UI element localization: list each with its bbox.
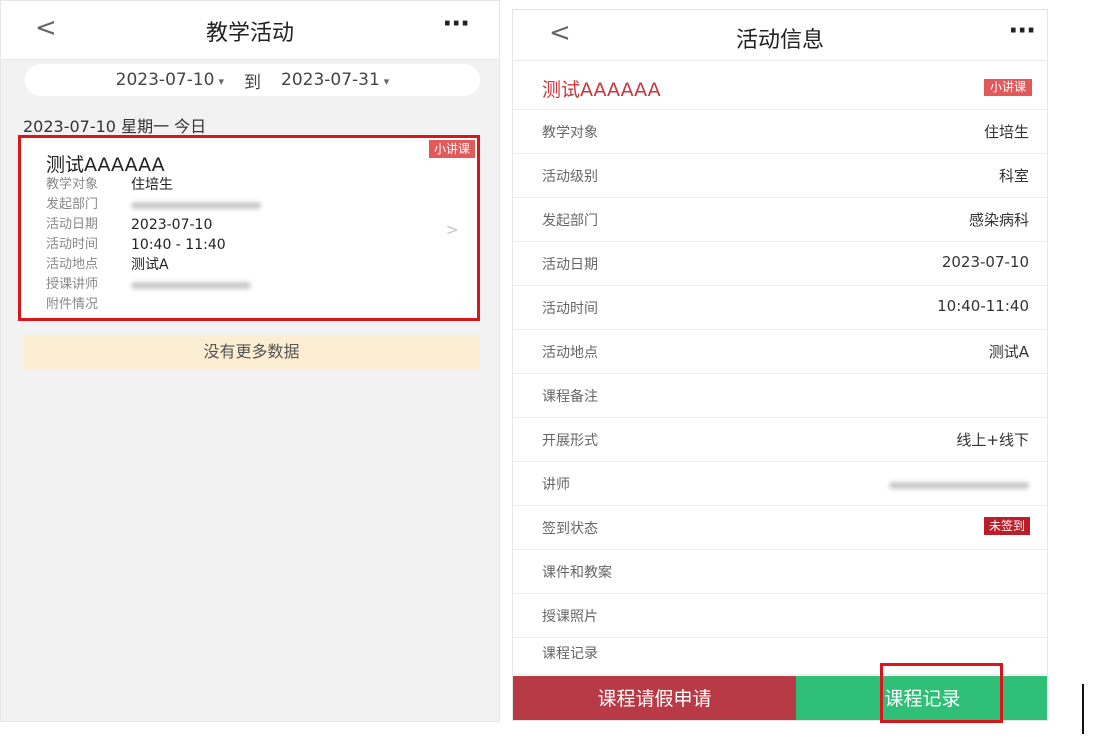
page-title: 教学活动	[205, 21, 294, 46]
field-value: 2023-07-10	[941, 253, 1029, 271]
field-label: 讲师	[542, 477, 570, 493]
activity-title: 测试AAAAAA	[542, 79, 661, 101]
field-label: 教学对象	[542, 125, 598, 141]
date-range-filter: 2023-07-10 ▾ 到 2023-07-31 ▾	[25, 64, 480, 96]
field-label: 授课讲师	[46, 277, 99, 292]
field-label: 开展形式	[542, 433, 598, 449]
field-label: 活动地点	[46, 257, 99, 272]
field-label: 课程记录	[542, 646, 598, 662]
course-record-button[interactable]: 课程记录	[796, 676, 1047, 720]
field-label: 签到状态	[542, 521, 598, 537]
page-title: 活动信息	[735, 28, 824, 53]
chevron-right-icon: >	[445, 220, 459, 239]
chevron-down-icon: ▾	[383, 75, 390, 88]
field-label: 活动级别	[542, 169, 598, 185]
activity-header: 测试AAAAAA 小讲课	[513, 69, 1047, 110]
day-header: 2023-07-10 星期一 今日	[23, 117, 207, 136]
detail-row-signin-status: 签到状态 未签到	[513, 506, 1047, 550]
field-label: 活动日期	[46, 217, 99, 232]
no-more-data-notice: 没有更多数据	[23, 335, 480, 369]
chevron-down-icon: ▾	[218, 75, 224, 88]
card-row-attachments: 附件情况	[46, 295, 261, 315]
field-label: 发起部门	[46, 197, 99, 212]
activity-type-badge: 小讲课	[983, 79, 1032, 96]
detail-row-courseware[interactable]: 课件和教案	[513, 550, 1047, 594]
start-date-select[interactable]: 2023-07-10 ▾	[116, 70, 224, 90]
field-value: 住培生	[983, 123, 1029, 141]
cursor-line	[1082, 684, 1084, 734]
detail-row-date: 活动日期 2023-07-10	[513, 242, 1047, 286]
detail-row-level: 活动级别 科室	[513, 154, 1047, 198]
field-value: 线上+线下	[956, 431, 1029, 449]
date-separator: 到	[244, 72, 261, 93]
field-label: 授课照片	[542, 609, 598, 625]
card-row-date: 活动日期 2023-07-10	[46, 215, 261, 235]
card-row-department: 发起部门	[46, 195, 261, 215]
redacted-value	[131, 282, 251, 289]
activity-card[interactable]: 小讲课 测试AAAAAA 教学对象 住培生 发起部门 活动日期 2023-07-10…	[18, 135, 480, 321]
detail-row-format: 开展形式 线上+线下	[513, 418, 1047, 462]
detail-row-location: 活动地点 测试A	[513, 330, 1047, 374]
field-label: 活动日期	[542, 257, 598, 273]
redacted-value	[131, 202, 261, 209]
detail-row-time: 活动时间 10:40-11:40	[513, 286, 1047, 330]
activity-card-title: 测试AAAAAA	[46, 154, 165, 176]
activity-detail-panel: < 活动信息 ··· 测试AAAAAA 小讲课 教学对象 住培生 活动级别 科室 发…	[512, 9, 1048, 721]
start-date-value: 2023-07-10	[115, 70, 215, 90]
field-value: 10:40-11:40	[937, 297, 1029, 315]
field-value: 科室	[998, 167, 1029, 185]
field-label: 课程备注	[542, 389, 598, 405]
field-label: 课件和教案	[542, 565, 612, 581]
card-row-target: 教学对象 住培生	[46, 175, 261, 195]
status-badge: 未签到	[983, 517, 1030, 535]
more-icon[interactable]: ···	[442, 9, 470, 39]
card-row-time: 活动时间 10:40 - 11:40	[46, 235, 261, 255]
detail-row-lecturer: 讲师	[513, 462, 1047, 506]
detail-row-target: 教学对象 住培生	[513, 110, 1047, 154]
redacted-value	[889, 482, 1029, 489]
field-value: 10:40 - 11:40	[131, 237, 226, 253]
more-icon[interactable]: ···	[1008, 16, 1036, 46]
field-label: 活动时间	[46, 237, 99, 252]
field-label: 活动地点	[542, 345, 598, 361]
field-label: 发起部门	[542, 213, 598, 229]
field-value: 2023-07-10	[131, 217, 213, 233]
field-value: 测试A	[131, 257, 169, 273]
leave-request-button[interactable]: 课程请假申请	[513, 676, 796, 720]
detail-row-remarks[interactable]: 课程备注	[513, 374, 1047, 418]
card-row-lecturer: 授课讲师	[46, 275, 261, 295]
card-row-location: 活动地点 测试A	[46, 255, 261, 275]
field-label: 活动时间	[542, 301, 598, 317]
detail-row-department: 发起部门 感染病科	[513, 198, 1047, 242]
activity-type-badge: 小讲课	[428, 140, 475, 158]
field-label: 附件情况	[46, 297, 99, 312]
detail-row-course-record[interactable]: 课程记录	[513, 631, 1047, 675]
end-date-value: 2023-07-31	[281, 70, 380, 90]
field-value: 感染病科	[968, 211, 1029, 229]
field-value: 住培生	[131, 177, 173, 193]
activity-list-panel: < 教学活动 ··· 2023-07-10 ▾ 到 2023-07-31 ▾ 202…	[0, 0, 500, 722]
left-header: < 教学活动 ···	[1, 1, 499, 60]
end-date-select[interactable]: 2023-07-31 ▾	[281, 70, 389, 90]
field-label: 教学对象	[46, 177, 99, 192]
field-value: 测试A	[988, 343, 1029, 361]
right-header: < 活动信息 ···	[513, 10, 1047, 61]
